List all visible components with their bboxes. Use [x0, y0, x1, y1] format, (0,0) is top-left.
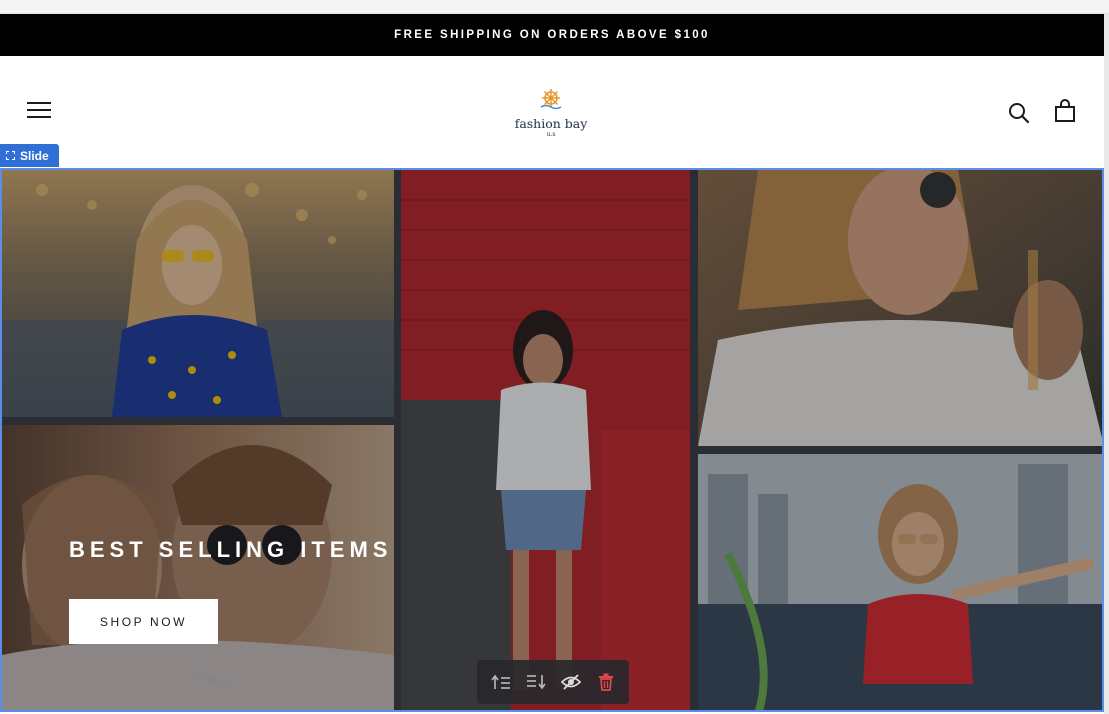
search-icon[interactable]	[1008, 102, 1030, 124]
slide-badge-label: Slide	[20, 148, 49, 163]
move-up-icon[interactable]	[487, 668, 515, 696]
announcement-text: FREE SHIPPING ON ORDERS ABOVE $100	[394, 29, 710, 41]
announcement-bar: FREE SHIPPING ON ORDERS ABOVE $100	[0, 14, 1104, 56]
logo-name: fashion bay	[514, 116, 588, 131]
image-woman-yellow-sunglasses	[2, 170, 394, 417]
scrollbar[interactable]	[1104, 14, 1109, 714]
slide-editor-badge[interactable]: Slide	[0, 144, 59, 167]
image-woman-amusement-park	[698, 454, 1102, 710]
site-logo[interactable]: fashion bay u.s	[506, 88, 596, 138]
image-couple-embrace	[2, 425, 394, 710]
slide-headline: BEST SELLING ITEMS	[69, 537, 393, 562]
site-header: fashion bay u.s	[0, 56, 1104, 168]
shopping-bag-icon[interactable]	[1053, 99, 1077, 123]
delete-icon[interactable]	[592, 668, 620, 696]
hamburger-menu-icon[interactable]	[27, 102, 51, 120]
image-man-sunglasses	[698, 170, 1102, 446]
select-frame-icon	[6, 151, 15, 160]
browser-top-strip	[0, 0, 1109, 14]
block-edit-toolbar	[477, 660, 629, 704]
slideshow-section[interactable]: BEST SELLING ITEMS SHOP NOW	[0, 168, 1104, 712]
shop-now-button[interactable]: SHOP NOW	[69, 599, 218, 644]
hide-icon[interactable]	[557, 668, 585, 696]
page: FREE SHIPPING ON ORDERS ABOVE $100 fashi…	[0, 0, 1109, 714]
move-down-icon[interactable]	[522, 668, 550, 696]
image-woman-red-wall	[401, 170, 690, 710]
logo-subtitle: u.s	[546, 131, 556, 138]
ship-wheel-icon	[540, 89, 562, 110]
